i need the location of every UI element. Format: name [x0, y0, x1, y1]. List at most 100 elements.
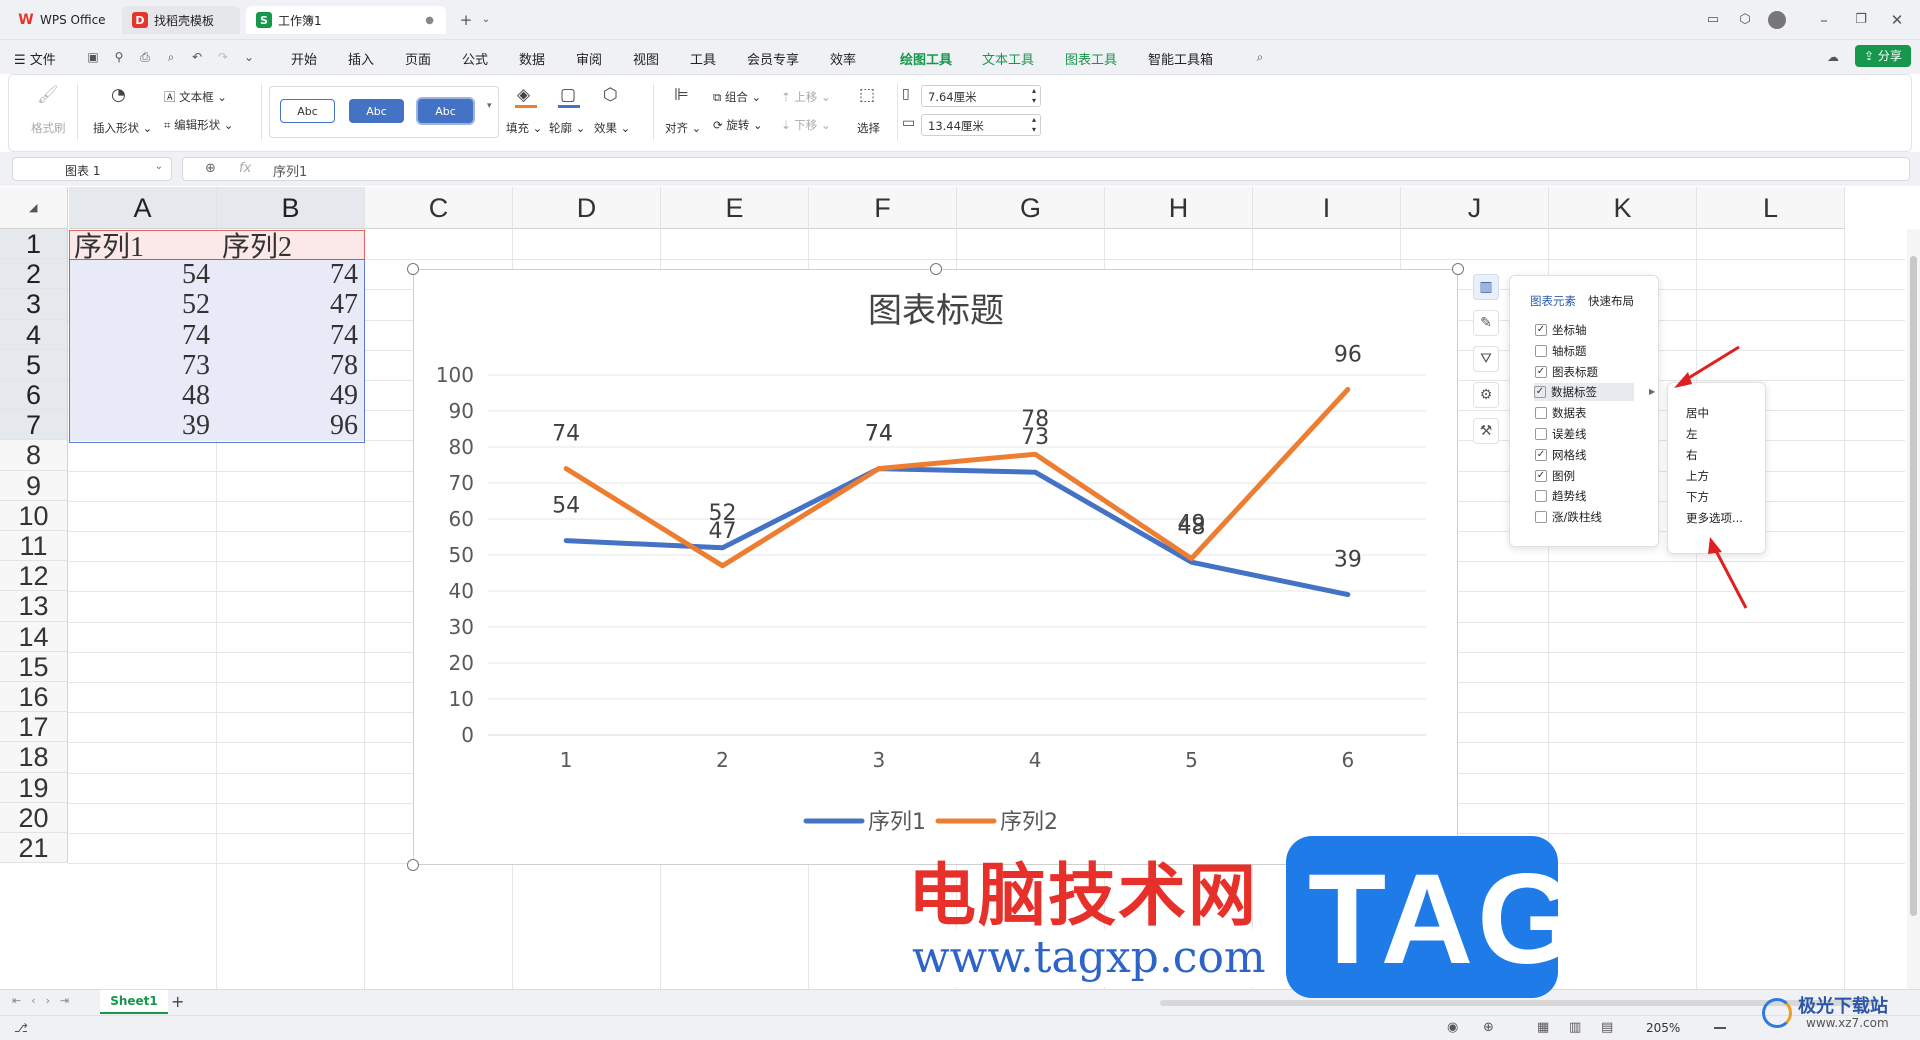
print-icon[interactable]: ⎙: [138, 50, 152, 64]
row-header-17[interactable]: 17: [0, 712, 68, 743]
crosshair-icon[interactable]: ⊕: [1483, 1020, 1494, 1035]
data-label[interactable]: 74: [552, 422, 580, 447]
gallery-more-icon[interactable]: ▾: [487, 101, 492, 111]
chart-legend[interactable]: 序列1 序列2: [803, 810, 1058, 835]
column-header-a[interactable]: A: [69, 187, 217, 229]
tab-docer-templates[interactable]: D 找稻壳模板: [122, 6, 240, 34]
box-icon[interactable]: ⬡: [1735, 10, 1755, 30]
move-down-button[interactable]: ⇣ 下移 ⌄: [781, 117, 831, 133]
resize-handle[interactable]: [407, 859, 419, 871]
tab-chart-elements[interactable]: 图表元素: [1530, 293, 1576, 309]
chart-title[interactable]: 图表标题: [868, 291, 1004, 331]
menu-drawing-tools[interactable]: 绘图工具: [900, 49, 953, 76]
row-header-16[interactable]: 16: [0, 682, 68, 713]
column-header-i[interactable]: I: [1253, 187, 1401, 229]
menu-page[interactable]: 页面: [405, 49, 431, 68]
resize-handle[interactable]: [930, 263, 942, 275]
fx-icon[interactable]: fx: [239, 161, 251, 176]
height-spinner-icon[interactable]: ▴ ▾: [1032, 86, 1036, 106]
column-header-f[interactable]: F: [809, 187, 957, 229]
search-icon[interactable]: ⌕: [1253, 50, 1267, 64]
link-icon[interactable]: ⚲: [112, 50, 126, 64]
checkbox-unchecked-icon[interactable]: [1535, 511, 1547, 524]
more-chevron-icon[interactable]: ⌄: [242, 50, 256, 64]
chart-object[interactable]: 图表标题 0 10 20 30 40 50 60 70 80 90 100 1 2 3 4 5 6 54 5 2 7…: [413, 269, 1458, 865]
layout-icon[interactable]: ▭: [1703, 10, 1723, 30]
share-button[interactable]: ⇪ 分享: [1855, 45, 1911, 67]
new-tab-plus-icon[interactable]: +: [456, 10, 476, 30]
tab-wps-office[interactable]: W WPS Office: [8, 6, 116, 34]
format-painter-button[interactable]: 格式刷: [31, 120, 66, 136]
add-sheet-icon[interactable]: +: [171, 992, 184, 1011]
checkbox-checked-icon[interactable]: ✓: [1534, 386, 1546, 399]
data-label[interactable]: 74: [865, 422, 893, 447]
chart-element-option[interactable]: 误差线: [1535, 425, 1587, 443]
chart-element-option[interactable]: ✓ 网格线: [1535, 446, 1587, 464]
row-header-13[interactable]: 13: [0, 591, 68, 622]
row-header-2[interactable]: 2: [0, 259, 68, 290]
row-header-20[interactable]: 20: [0, 802, 68, 833]
name-box[interactable]: 图表 1 ⌄: [12, 157, 172, 181]
data-label[interactable]: 78: [1021, 407, 1049, 432]
save-icon[interactable]: ▣: [86, 50, 100, 64]
column-header-b[interactable]: B: [217, 187, 365, 229]
row-header-4[interactable]: 4: [0, 319, 68, 350]
avatar[interactable]: [1768, 11, 1786, 29]
data-label[interactable]: 54: [552, 494, 580, 519]
cell-b7[interactable]: 96: [217, 408, 358, 444]
close-icon[interactable]: ✕: [1887, 10, 1907, 30]
select-all-corner[interactable]: ◢: [0, 187, 68, 229]
menu-tools[interactable]: 工具: [690, 49, 716, 68]
outline-button[interactable]: 轮廓 ⌄: [549, 120, 585, 136]
row-header-10[interactable]: 10: [0, 500, 68, 531]
row-header-11[interactable]: 11: [0, 531, 68, 562]
chart-element-option[interactable]: 数据表: [1535, 404, 1587, 422]
tab-close-dot-icon[interactable]: ●: [425, 15, 434, 26]
tab-quick-layout[interactable]: 快速布局: [1588, 293, 1634, 309]
checkbox-checked-icon[interactable]: ✓: [1535, 469, 1547, 482]
checkbox-unchecked-icon[interactable]: [1535, 407, 1547, 420]
edit-shape-button[interactable]: ⌗ 编辑形状 ⌄: [164, 117, 233, 133]
checkbox-unchecked-icon[interactable]: [1535, 490, 1547, 503]
row-header-8[interactable]: 8: [0, 440, 68, 471]
chart-element-option[interactable]: 轴标题: [1535, 342, 1587, 360]
chart-elements-icon[interactable]: ▥: [1473, 274, 1499, 300]
data-label[interactable]: 96: [1334, 342, 1362, 367]
fill-button[interactable]: 填充 ⌄: [506, 120, 542, 136]
rotate-button[interactable]: ⟳ 旋转 ⌄: [713, 117, 763, 133]
formula-input[interactable]: ⊕ fx 序列1: [182, 157, 1910, 181]
chart-element-option[interactable]: ✓ 数据标签: [1534, 383, 1634, 402]
row-header-3[interactable]: 3: [0, 289, 68, 320]
row-header-5[interactable]: 5: [0, 349, 68, 380]
row-header-1[interactable]: 1: [0, 229, 68, 260]
cell-a7[interactable]: 39: [69, 408, 210, 444]
menu-chart-tools[interactable]: 图表工具: [1065, 49, 1117, 68]
menu-view[interactable]: 视图: [633, 49, 659, 68]
column-header-g[interactable]: G: [957, 187, 1105, 229]
text-box-button[interactable]: 🄰 文本框 ⌄: [164, 89, 227, 105]
row-header-14[interactable]: 14: [0, 621, 68, 652]
align-button[interactable]: 对齐 ⌄: [665, 120, 701, 136]
chart-element-option[interactable]: ✓ 图表标题: [1535, 363, 1598, 381]
row-header-19[interactable]: 19: [0, 772, 68, 803]
menu-text-tools[interactable]: 文本工具: [982, 49, 1034, 68]
tab-workbook1[interactable]: S 工作簿1 ●: [246, 6, 446, 34]
column-header-h[interactable]: H: [1105, 187, 1253, 229]
column-header-l[interactable]: L: [1697, 187, 1845, 229]
height-input[interactable]: 7.64厘米 ▴ ▾: [921, 85, 1041, 107]
tab-list-chevron-icon[interactable]: ⌄: [476, 10, 496, 30]
select-button[interactable]: 选择: [857, 120, 880, 136]
chart-style-brush-icon[interactable]: ✎: [1473, 310, 1499, 336]
column-header-k[interactable]: K: [1549, 187, 1697, 229]
width-spinner-icon[interactable]: ▴ ▾: [1032, 115, 1036, 135]
menu-start[interactable]: 开始: [291, 49, 317, 68]
page-break-view-icon[interactable]: ▤: [1601, 1020, 1613, 1035]
row-header-21[interactable]: 21: [0, 833, 68, 864]
group-button[interactable]: ⧉ 组合 ⌄: [713, 89, 761, 105]
name-box-chevron-icon[interactable]: ⌄: [155, 161, 163, 172]
chart-filter-icon[interactable]: ⛛: [1473, 346, 1499, 372]
series-line-2[interactable]: [563, 386, 1351, 569]
checkbox-unchecked-icon[interactable]: [1535, 344, 1547, 357]
chart-element-option[interactable]: ✓ 图例: [1535, 467, 1575, 485]
row-header-18[interactable]: 18: [0, 742, 68, 773]
